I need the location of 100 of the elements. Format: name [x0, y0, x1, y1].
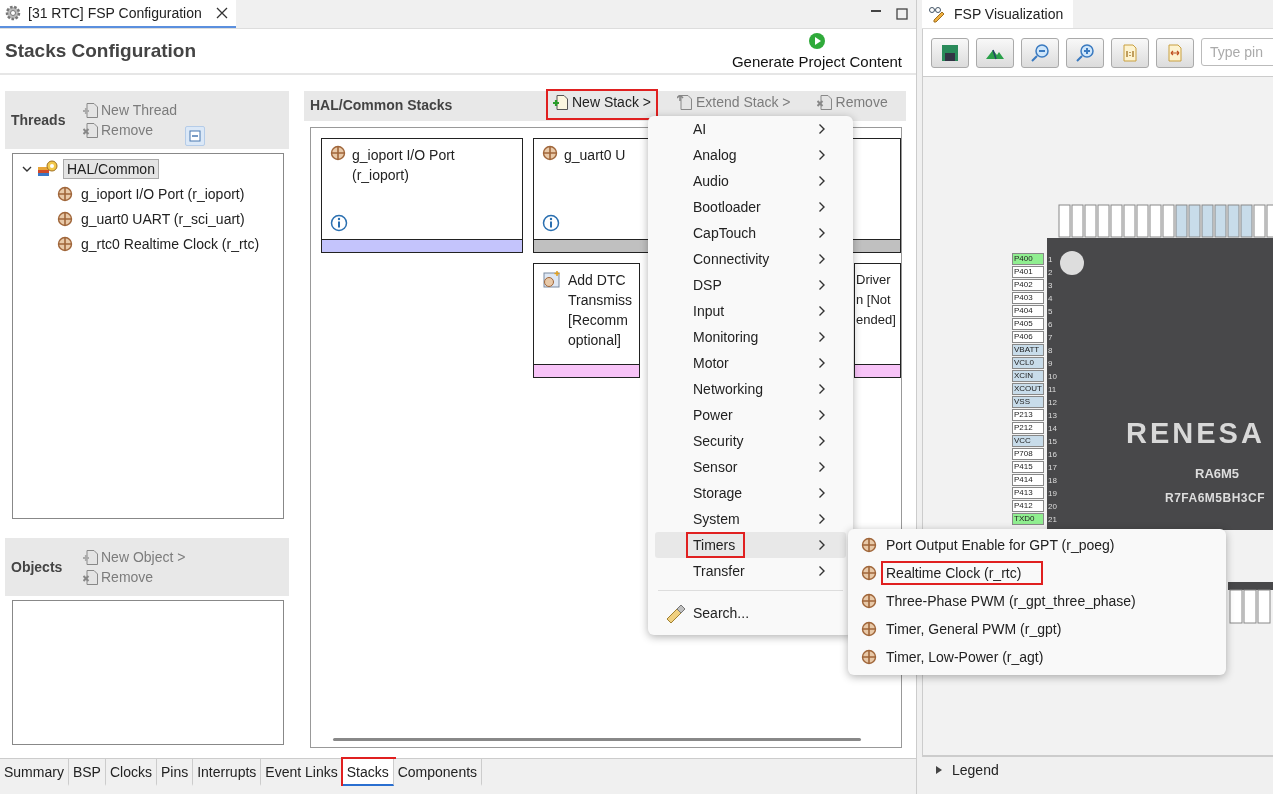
tree-item[interactable]: g_ioport I/O Port (r_ioport): [77, 183, 249, 204]
mountain-button[interactable]: [976, 38, 1014, 68]
pin-number: 14: [1048, 423, 1058, 433]
pin-label[interactable]: P414: [1012, 474, 1044, 486]
module-card[interactable]: Driver n [Not ended]: [854, 263, 901, 378]
pin-label[interactable]: P413: [1012, 487, 1044, 499]
menu-item[interactable]: Security: [655, 428, 846, 454]
module-icon: [57, 235, 73, 252]
menu-item[interactable]: Sensor: [655, 454, 846, 480]
menu-item[interactable]: Audio: [655, 168, 846, 194]
pin-label[interactable]: P212: [1012, 422, 1044, 434]
menu-item[interactable]: AI: [655, 116, 846, 142]
pin-label[interactable]: VCC: [1012, 435, 1044, 447]
menu-item[interactable]: Storage: [655, 480, 846, 506]
pin-label[interactable]: VCL0: [1012, 357, 1044, 369]
pin-label[interactable]: P412: [1012, 500, 1044, 512]
pin-label[interactable]: P401: [1012, 266, 1044, 278]
menu-item[interactable]: Power: [655, 402, 846, 428]
pin-label[interactable]: P406: [1012, 331, 1044, 343]
menu-item[interactable]: Timers: [655, 532, 846, 558]
new-stack-button[interactable]: New Stack >: [548, 91, 656, 118]
tree-item[interactable]: HAL/Common: [63, 158, 159, 179]
module-name: g_ioport I/O Port (r_ioport): [352, 146, 455, 185]
pin-label[interactable]: P402: [1012, 279, 1044, 291]
pin-label[interactable]: P415: [1012, 461, 1044, 473]
info-icon[interactable]: [542, 214, 560, 232]
chevron-right-icon: [818, 201, 826, 213]
pin-label[interactable]: XCOUT: [1012, 383, 1044, 395]
pin-label[interactable]: P213: [1012, 409, 1044, 421]
menu-item[interactable]: CapTouch: [655, 220, 846, 246]
document-icon: [83, 549, 98, 565]
pin-number: 16: [1048, 449, 1058, 459]
pin-number: 20: [1048, 501, 1058, 511]
menu-label: Three-Phase PWM (r_gpt_three_phase): [885, 592, 1137, 611]
pin-number: 4: [1048, 293, 1054, 303]
pin-number: 13: [1048, 410, 1058, 420]
fit-width-icon: [1167, 44, 1183, 62]
page-tab[interactable]: Stacks: [342, 759, 394, 786]
tree-item[interactable]: g_rtc0 Realtime Clock (r_rtc): [77, 233, 264, 254]
menu-item[interactable]: Transfer: [655, 558, 846, 584]
pin-label[interactable]: VSS: [1012, 396, 1044, 408]
menu-label: Bootloader: [692, 198, 762, 217]
pin-label[interactable]: P708: [1012, 448, 1044, 460]
close-icon[interactable]: [215, 7, 228, 19]
collapse-all-button[interactable]: [185, 126, 205, 146]
menu-item[interactable]: Input: [655, 298, 846, 324]
zoom-in-button[interactable]: [1066, 38, 1104, 68]
menu-item[interactable]: Timer, General PWM (r_gpt): [848, 615, 1226, 643]
menu-item[interactable]: Networking: [655, 376, 846, 402]
menu-label: Timer, General PWM (r_gpt): [885, 620, 1063, 639]
menu-item[interactable]: Port Output Enable for GPT (r_poeg): [848, 531, 1226, 559]
save-chip-button[interactable]: [931, 38, 969, 68]
pin-label[interactable]: P405: [1012, 318, 1044, 330]
menu-item[interactable]: Analog: [655, 142, 846, 168]
module-icon: [861, 621, 877, 637]
pin-number: 12: [1048, 397, 1058, 407]
menu-item[interactable]: Connectivity: [655, 246, 846, 272]
document-icon: [83, 569, 98, 585]
pin-label[interactable]: VBATT: [1012, 344, 1044, 356]
pin-number: 11: [1048, 384, 1058, 394]
menu-label: AI: [692, 120, 708, 139]
pin-label[interactable]: TXD0: [1012, 513, 1044, 525]
menu-item[interactable]: Motor: [655, 350, 846, 376]
pin-number: 10: [1048, 371, 1058, 381]
pin-search-field[interactable]: Type pin: [1201, 38, 1273, 66]
page-tab[interactable]: Components: [393, 759, 483, 786]
info-icon[interactable]: [330, 214, 348, 232]
menu-item[interactable]: Three-Phase PWM (r_gpt_three_phase): [848, 587, 1226, 615]
document-icon: [816, 94, 832, 110]
editor-tab[interactable]: [31 RTC] FSP Configuration: [0, 0, 236, 28]
module-card[interactable]: g_ioport I/O Port (r_ioport): [321, 138, 523, 253]
module-card[interactable]: Add DTC Transmiss [Recomm optional]: [533, 263, 640, 378]
maximize-icon[interactable]: [896, 8, 908, 20]
tree-item[interactable]: g_uart0 UART (r_sci_uart): [77, 208, 249, 229]
view-tab[interactable]: FSP Visualization: [922, 0, 1074, 28]
generate-button[interactable]: Generate Project Content: [731, 32, 902, 70]
scrollbar[interactable]: [333, 738, 861, 741]
menu-item[interactable]: System: [655, 506, 846, 532]
menu-item[interactable]: Bootloader: [655, 194, 846, 220]
pin-label[interactable]: XCIN: [1012, 370, 1044, 382]
menu-item[interactable]: Monitoring: [655, 324, 846, 350]
zoom-out-button[interactable]: [1021, 38, 1059, 68]
menu-label: DSP: [692, 276, 723, 295]
play-icon: [807, 32, 826, 50]
panel-title: HAL/Common Stacks: [310, 96, 454, 113]
pin-label[interactable]: P404: [1012, 305, 1044, 317]
module-icon: [861, 565, 877, 581]
menu-label: Transfer: [692, 562, 746, 581]
expand-icon[interactable]: [934, 765, 944, 775]
menu-label: Connectivity: [692, 250, 771, 269]
menu-item[interactable]: DSP: [655, 272, 846, 298]
menu-label: Networking: [692, 380, 765, 399]
pin-label[interactable]: P400: [1012, 253, 1044, 265]
menu-label: Search...: [692, 604, 751, 623]
menu-item[interactable]: Realtime Clock (r_rtc): [848, 559, 1226, 587]
module-icon: [330, 145, 346, 161]
menu-item[interactable]: Search...: [655, 597, 846, 629]
pin-label[interactable]: P403: [1012, 292, 1044, 304]
chevron-right-icon: [818, 123, 826, 135]
menu-item[interactable]: Timer, Low-Power (r_agt): [848, 643, 1226, 671]
